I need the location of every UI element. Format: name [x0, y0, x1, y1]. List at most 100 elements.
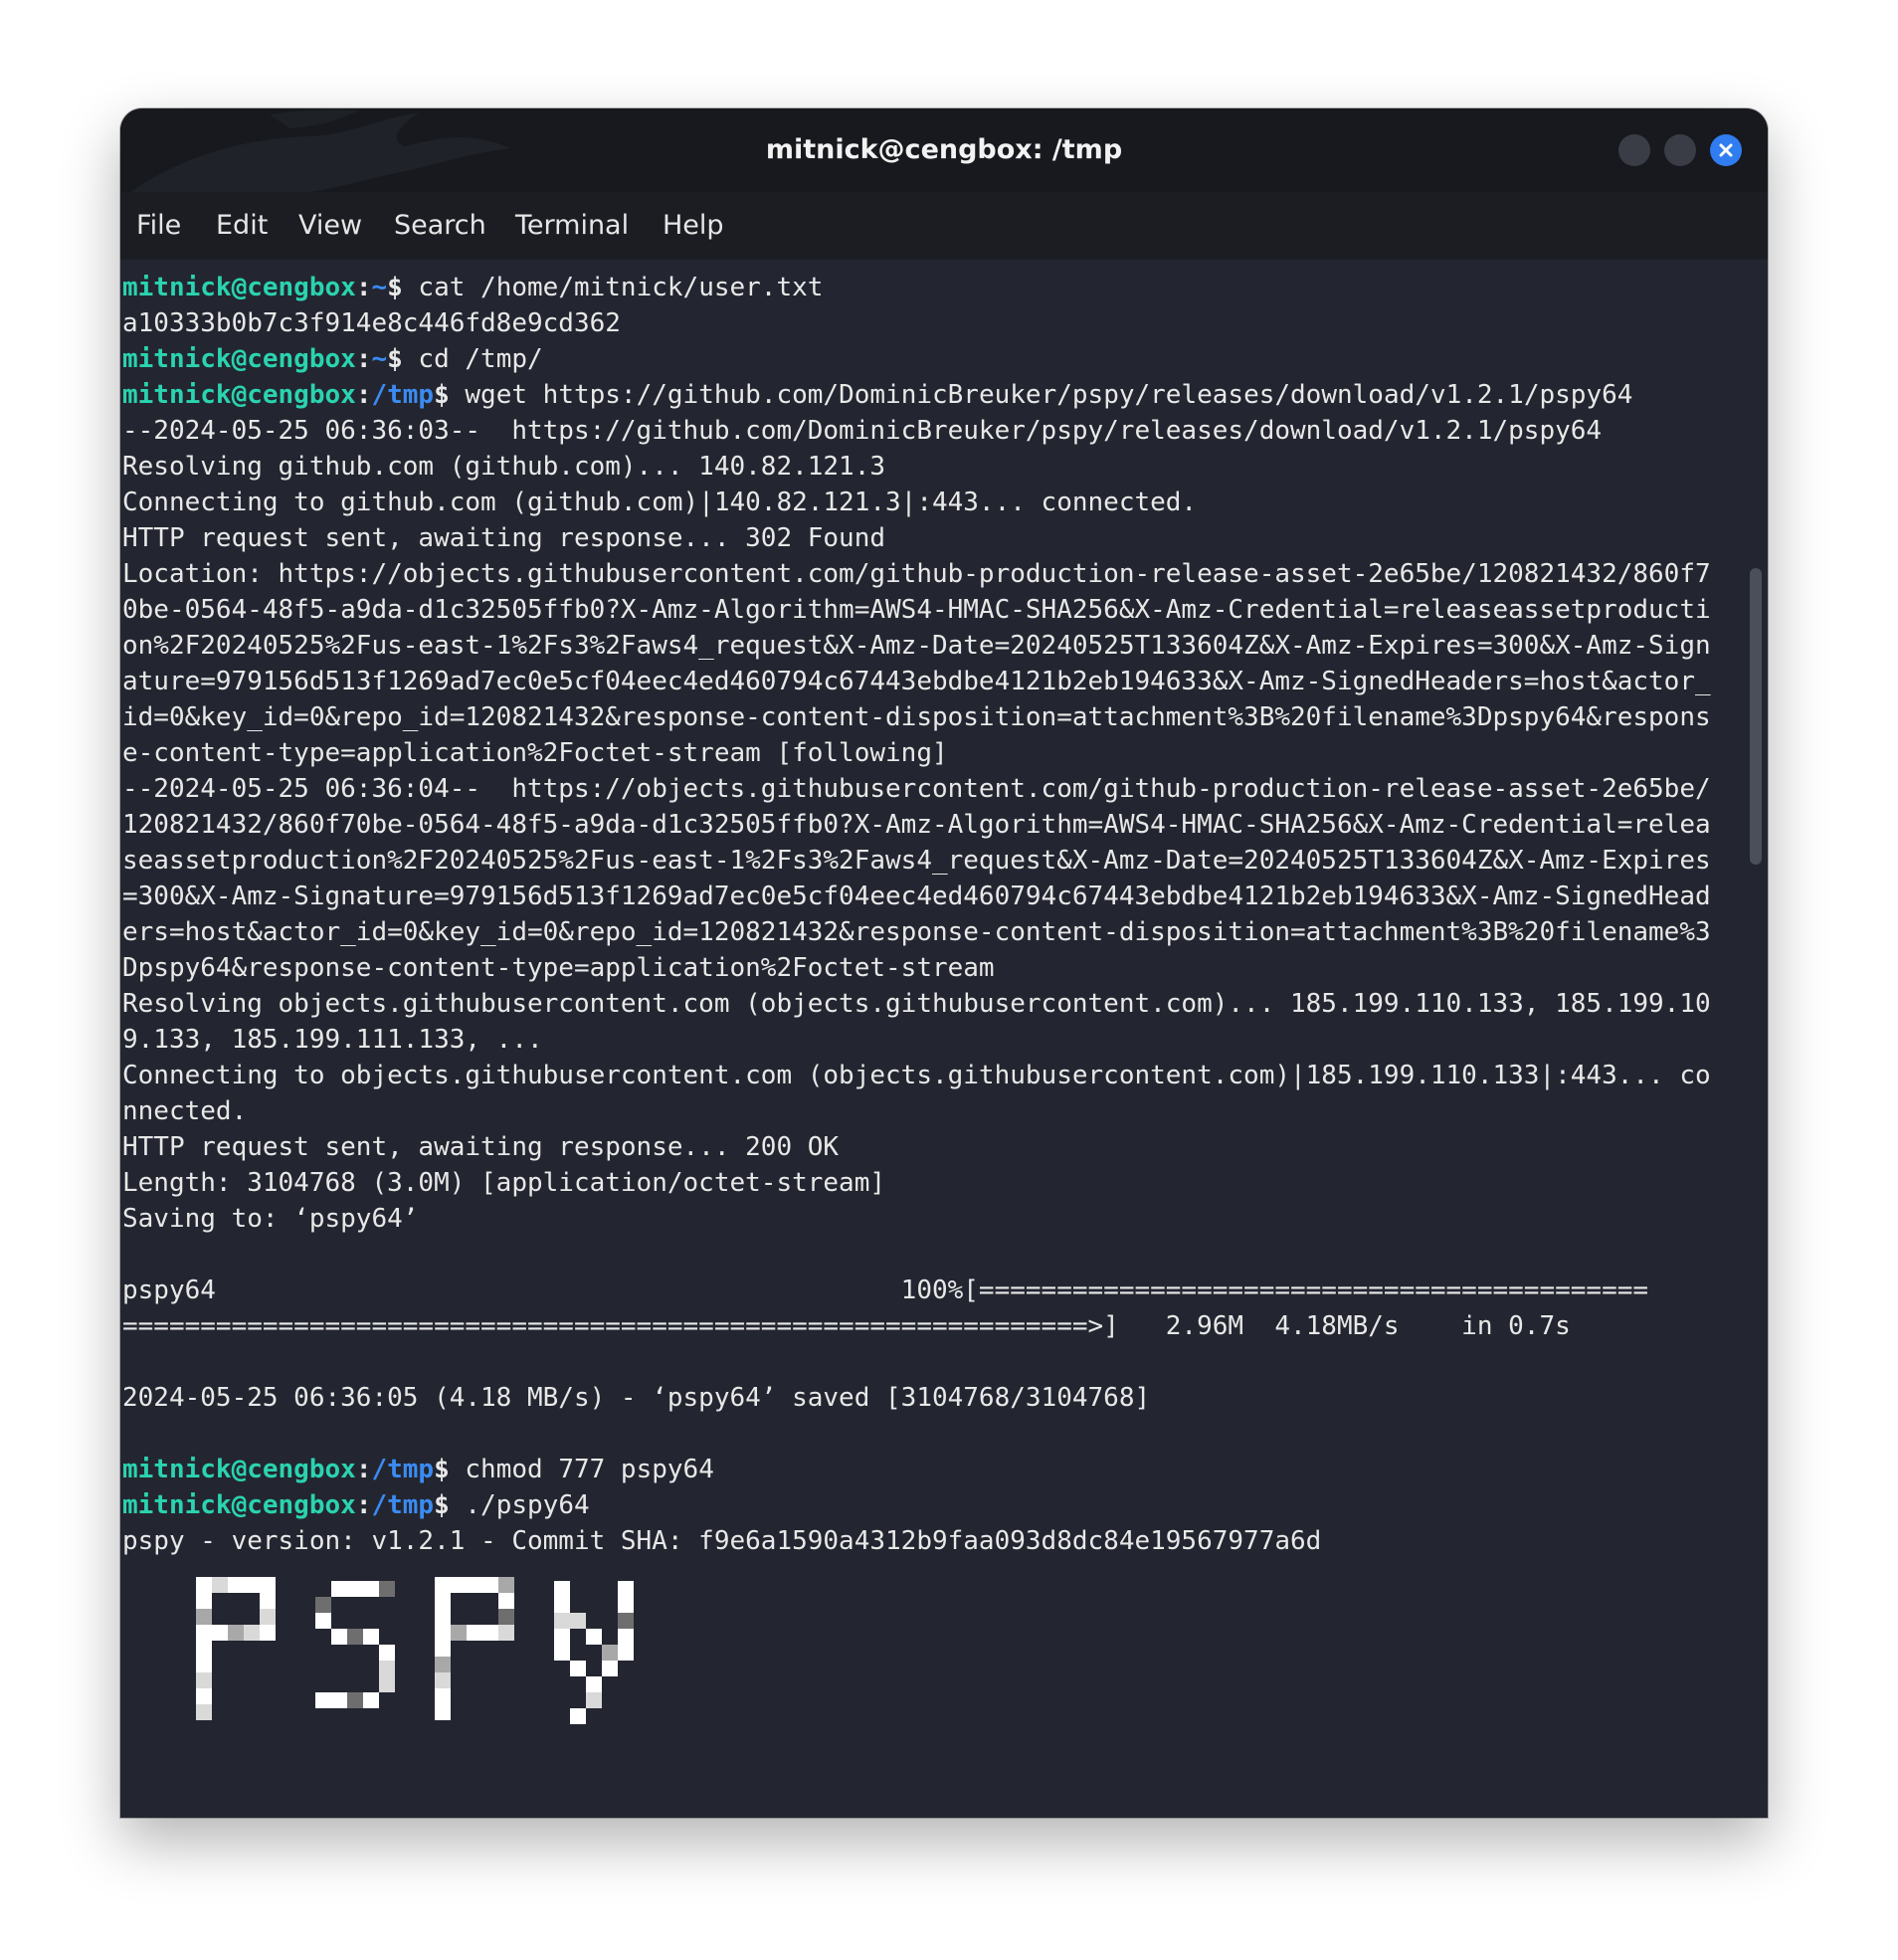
output-line: Saving to: ‘pspy64’	[122, 1204, 419, 1234]
banner-pixel	[602, 1645, 618, 1661]
output-line: seassetproduction%2F20240525%2Fus-east-1…	[122, 846, 1711, 876]
output-line: Length: 3104768 (3.0M) [application/octe…	[122, 1168, 886, 1198]
output-line: --2024-05-25 06:36:03-- https://github.c…	[122, 416, 1603, 446]
prompt-path: ~	[371, 273, 388, 302]
output-line: id=0&key_id=0&repo_id=120821432&response…	[122, 702, 1711, 732]
banner-pixel	[570, 1708, 586, 1724]
output-line: Location: https://objects.githubusercont…	[122, 559, 1711, 589]
output-line: --2024-05-25 06:36:04-- https://objects.…	[122, 774, 1711, 804]
banner-pixel	[586, 1676, 602, 1692]
banner-pixel	[212, 1625, 228, 1641]
banner-pixel	[331, 1581, 347, 1597]
banner-pixel	[196, 1625, 212, 1641]
banner-pixel	[618, 1581, 634, 1597]
banner-pixel	[196, 1609, 212, 1625]
output-line: pspy - version: v1.2.1 - Commit SHA: f9e…	[122, 1526, 1322, 1556]
banner-pixel	[435, 1625, 451, 1641]
banner-pixel	[196, 1657, 212, 1672]
window-title: mitnick@cengbox: /tmp	[765, 134, 1123, 165]
prompt-path: ~	[371, 344, 388, 374]
banner-pixel	[570, 1613, 586, 1629]
banner-pixel	[482, 1625, 498, 1641]
banner-pixel	[467, 1577, 482, 1593]
banner-pixel	[498, 1577, 514, 1593]
prompt-user: mitnick@cengbox	[122, 344, 356, 374]
minimize-button[interactable]	[1618, 134, 1650, 166]
banner-pixel	[363, 1629, 379, 1645]
output-line: ========================================…	[122, 1311, 1571, 1341]
prompt-path: /tmp	[371, 1455, 435, 1484]
menu-view[interactable]: View	[298, 192, 362, 260]
prompt-line: mitnick@cengbox:~$ cd /tmp/	[122, 344, 543, 374]
banner-pixel	[379, 1581, 395, 1597]
menu-terminal[interactable]: Terminal	[515, 192, 629, 260]
banner-pixel	[331, 1629, 347, 1645]
banner-pixel	[618, 1645, 634, 1661]
maximize-button[interactable]	[1664, 134, 1696, 166]
banner-pixel	[379, 1676, 395, 1692]
banner-pixel	[435, 1609, 451, 1625]
output-line: ers=host&actor_id=0&key_id=0&repo_id=120…	[122, 917, 1711, 947]
menu-bar: File Edit View Search Terminal Help	[120, 192, 1768, 260]
prompt-line: mitnick@cengbox:/tmp$ chmod 777 pspy64	[122, 1455, 714, 1484]
banner-pixel	[554, 1645, 570, 1661]
banner-pixel	[347, 1629, 363, 1645]
banner-pixel	[315, 1692, 331, 1708]
menu-file[interactable]: File	[136, 192, 181, 260]
prompt-path: /tmp	[371, 1490, 435, 1520]
banner-pixel	[244, 1577, 260, 1593]
menu-edit[interactable]: Edit	[216, 192, 268, 260]
terminal-window: mitnick@cengbox: /tmp File Edit View Sea…	[120, 108, 1768, 1818]
banner-pixel	[196, 1704, 212, 1720]
command-text: ./pspy64	[449, 1490, 590, 1520]
banner-pixel	[570, 1661, 586, 1676]
banner-pixel	[435, 1593, 451, 1609]
banner-pixel	[554, 1597, 570, 1613]
banner-pixel	[554, 1613, 570, 1629]
prompt-user: mitnick@cengbox	[122, 1455, 356, 1484]
banner-pixel	[586, 1692, 602, 1708]
prompt-user: mitnick@cengbox	[122, 380, 356, 410]
close-button[interactable]	[1710, 134, 1742, 166]
banner-pixel	[244, 1625, 260, 1641]
output-line: Connecting to github.com (github.com)|14…	[122, 488, 1198, 517]
output-line: e-content-type=application%2Foctet-strea…	[122, 738, 948, 768]
banner-pixel	[435, 1577, 451, 1593]
banner-pixel	[618, 1597, 634, 1613]
banner-pixel	[260, 1577, 276, 1593]
banner-pixel	[467, 1625, 482, 1641]
output-line: 120821432/860f70be-0564-48f5-a9da-d1c325…	[122, 810, 1711, 840]
output-line: HTTP request sent, awaiting response... …	[122, 523, 886, 553]
title-bar[interactable]: mitnick@cengbox: /tmp	[120, 108, 1768, 192]
banner-pixel	[451, 1625, 467, 1641]
pspy-banner-art	[196, 1577, 634, 1724]
banner-pixel	[228, 1577, 244, 1593]
close-icon	[1719, 143, 1733, 157]
banner-pixel	[196, 1577, 212, 1593]
prompt-line: mitnick@cengbox:~$ cat /home/mitnick/use…	[122, 273, 824, 302]
banner-pixel	[435, 1704, 451, 1720]
banner-pixel	[498, 1609, 514, 1625]
command-text: cat /home/mitnick/user.txt	[402, 273, 824, 302]
banner-pixel	[315, 1613, 331, 1629]
banner-pixel	[618, 1613, 634, 1629]
prompt-user: mitnick@cengbox	[122, 273, 356, 302]
output-line: nnected.	[122, 1096, 248, 1126]
output-line: 0be-0564-48f5-a9da-d1c32505ffb0?X-Amz-Al…	[122, 595, 1711, 625]
prompt-line: mitnick@cengbox:/tmp$ ./pspy64	[122, 1490, 590, 1520]
menu-search[interactable]: Search	[394, 192, 486, 260]
banner-pixel	[451, 1577, 467, 1593]
banner-pixel	[554, 1581, 570, 1597]
banner-pixel	[196, 1672, 212, 1688]
banner-pixel	[379, 1661, 395, 1676]
banner-pixel	[315, 1597, 331, 1613]
command-text: cd /tmp/	[402, 344, 543, 374]
prompt-user: mitnick@cengbox	[122, 1490, 356, 1520]
prompt-line: mitnick@cengbox:/tmp$ wget https://githu…	[122, 380, 1633, 410]
menu-help[interactable]: Help	[663, 192, 724, 260]
scrollbar-thumb[interactable]	[1750, 568, 1762, 865]
banner-pixel	[498, 1625, 514, 1641]
terminal-output[interactable]: mitnick@cengbox:~$ cat /home/mitnick/use…	[120, 260, 1742, 1818]
banner-pixel	[602, 1661, 618, 1676]
command-text: wget https://github.com/DominicBreuker/p…	[449, 380, 1633, 410]
